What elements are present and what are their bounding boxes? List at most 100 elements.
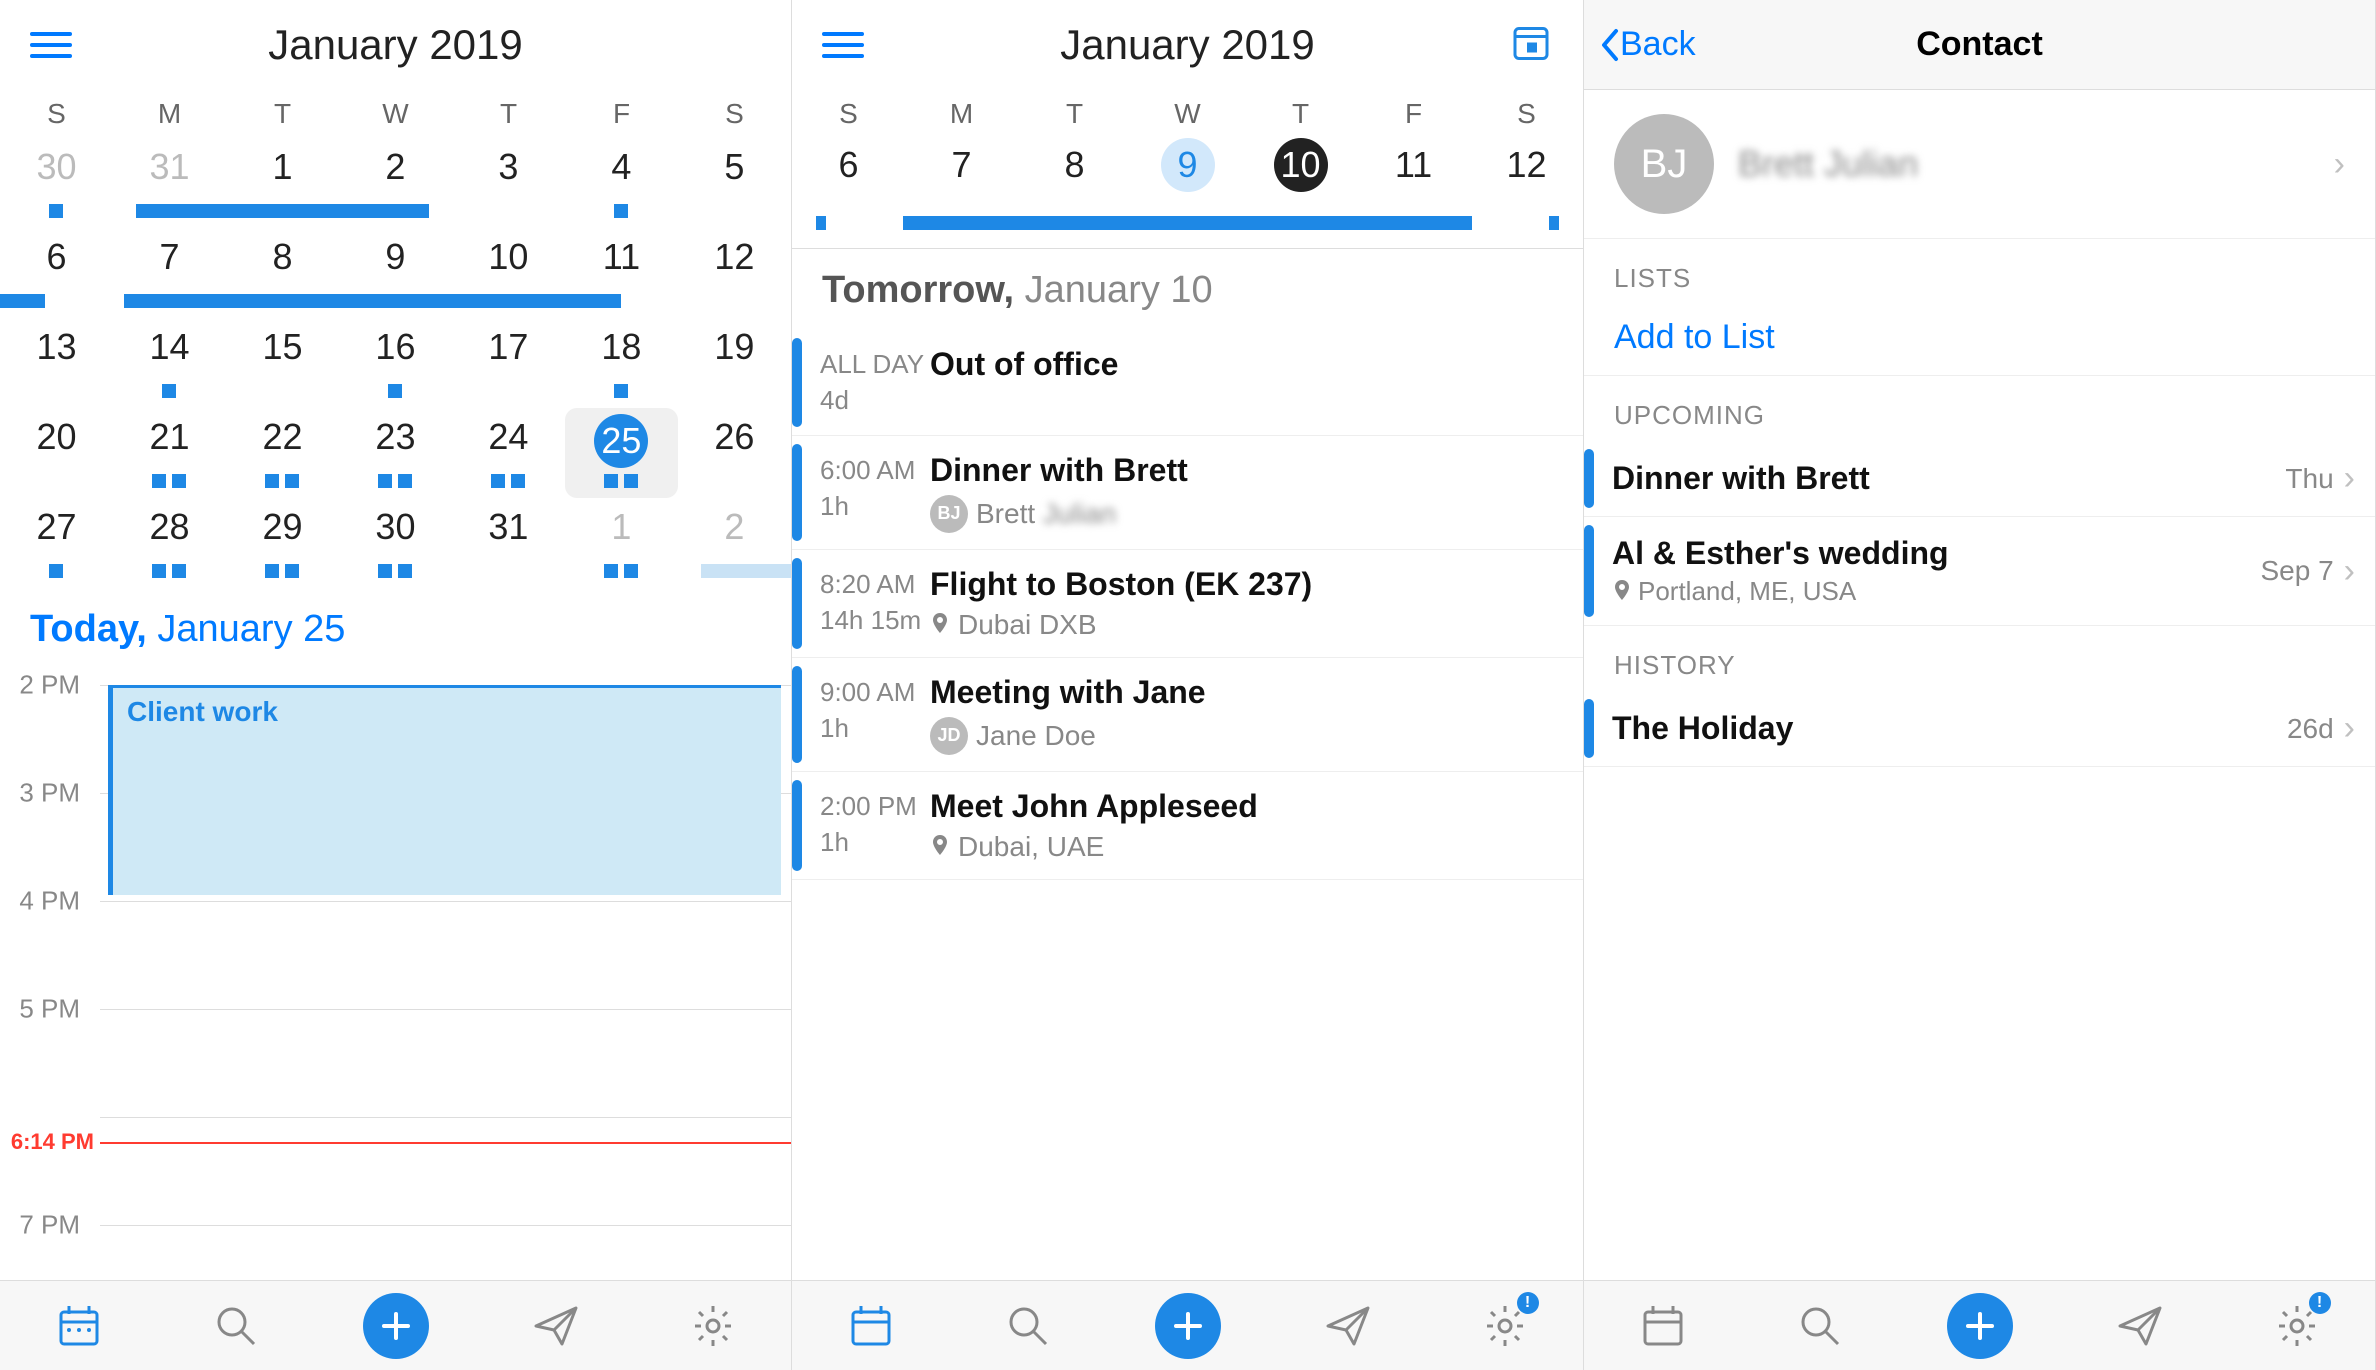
month-title[interactable]: January 2019 [268,21,523,69]
agenda-duration: 4d [820,382,930,418]
day-cell[interactable]: 31 [452,498,565,588]
week-day-cell[interactable]: 6 [792,138,905,248]
day-cell[interactable]: 16 [339,318,452,408]
day-number: 27 [36,498,76,548]
day-cell[interactable]: 15 [226,318,339,408]
day-cell[interactable]: 23 [339,408,452,498]
day-cell[interactable]: 24 [452,408,565,498]
week-day-cell[interactable]: 8 [1018,138,1131,248]
day-cell[interactable]: 19 [678,318,791,408]
agenda-item[interactable]: 6:00 AM1hDinner with BrettBJBrett Julian [792,436,1583,550]
hour-label: 4 PM [0,886,90,917]
settings-icon[interactable]: ! [2267,1296,2327,1356]
day-cell[interactable]: 10 [452,228,565,318]
add-button[interactable] [363,1293,429,1359]
lists-section-label: LISTS [1584,239,2375,304]
send-icon[interactable] [526,1296,586,1356]
upcoming-section-label: UPCOMING [1584,376,2375,441]
chevron-right-icon: › [2344,459,2355,498]
add-button[interactable] [1155,1293,1221,1359]
list-item[interactable]: Dinner with BrettThu› [1584,441,2375,517]
notification-badge: ! [2309,1292,2331,1314]
add-button[interactable] [1947,1293,2013,1359]
month-title[interactable]: January 2019 [1060,21,1315,69]
agenda-duration: 14h 15m [820,602,930,638]
agenda-header: January 2019 [792,0,1583,90]
back-label: Back [1620,25,1696,64]
add-to-list-button[interactable]: Add to List [1584,304,2375,376]
calendar-icon[interactable] [841,1296,901,1356]
day-cell[interactable]: 3 [452,138,565,228]
day-cell[interactable]: 29 [226,498,339,588]
search-icon[interactable] [1790,1296,1850,1356]
settings-icon[interactable] [683,1296,743,1356]
day-number: 31 [488,498,528,548]
list-item[interactable]: Al & Esther's weddingPortland, ME, USASe… [1584,517,2375,626]
week-day-cell[interactable]: 11 [1357,138,1470,248]
contact-title: Contact [1916,25,2043,64]
day-cell[interactable]: 30 [339,498,452,588]
person-avatar: BJ [930,495,968,533]
day-cell[interactable]: 20 [0,408,113,498]
day-cell[interactable]: 2 [678,498,791,588]
agenda-item[interactable]: 8:20 AM14h 15mFlight to Boston (EK 237)D… [792,550,1583,658]
day-cell[interactable]: 18 [565,318,678,408]
day-cell[interactable]: 1 [565,498,678,588]
day-cell[interactable]: 4 [565,138,678,228]
notification-badge: ! [1517,1292,1539,1314]
menu-icon[interactable] [30,29,72,61]
week-day-cell[interactable]: 12 [1470,138,1583,248]
contact-summary-row[interactable]: BJ Brett Julian › [1584,90,2375,239]
week-day-cell[interactable]: 7 [905,138,1018,248]
go-today-icon[interactable] [1509,21,1553,70]
day-number: 1 [611,498,631,548]
timeline-event[interactable]: Client work [108,685,781,895]
upcoming-list: Dinner with BrettThu›Al & Esther's weddi… [1584,441,2375,626]
search-icon[interactable] [998,1296,1058,1356]
location-text: Dubai DXB [958,609,1097,641]
day-number: 8 [272,228,292,278]
day-cell[interactable]: 5 [678,138,791,228]
month-header: January 2019 [0,0,791,90]
day-cell[interactable]: 8 [226,228,339,318]
day-cell[interactable]: 1 [226,138,339,228]
settings-icon[interactable]: ! [1475,1296,1535,1356]
day-cell[interactable]: 14 [113,318,226,408]
search-icon[interactable] [206,1296,266,1356]
back-button[interactable]: Back [1598,25,1696,64]
person-name: Brett Julian [976,498,1116,530]
day-cell[interactable]: 27 [0,498,113,588]
day-cell[interactable]: 7 [113,228,226,318]
day-cell[interactable]: 22 [226,408,339,498]
day-cell[interactable]: 13 [0,318,113,408]
agenda-item[interactable]: 2:00 PM1hMeet John AppleseedDubai, UAE [792,772,1583,880]
menu-icon[interactable] [822,29,864,61]
day-cell[interactable]: 17 [452,318,565,408]
day-cell[interactable]: 12 [678,228,791,318]
week-day-cell[interactable]: 9 [1131,138,1244,248]
day-cell[interactable]: 25 [565,408,678,498]
agenda-title: Meet John Appleseed [930,788,1583,825]
day-timeline[interactable]: 2 PM3 PM4 PM5 PM7 PM6:14 PMClient work [0,665,791,1280]
week-day-number: 12 [1500,138,1554,192]
calendar-icon[interactable] [1633,1296,1693,1356]
day-number: 29 [262,498,302,548]
day-cell[interactable]: 26 [678,408,791,498]
item-title: Dinner with Brett [1612,460,2285,497]
day-cell[interactable]: 31 [113,138,226,228]
day-cell[interactable]: 21 [113,408,226,498]
send-icon[interactable] [1318,1296,1378,1356]
calendar-icon[interactable] [49,1296,109,1356]
day-cell[interactable]: 6 [0,228,113,318]
day-cell[interactable]: 9 [339,228,452,318]
send-icon[interactable] [2110,1296,2170,1356]
weekday-label: T [1244,90,1357,138]
week-day-cell[interactable]: 10 [1244,138,1357,248]
day-cell[interactable]: 28 [113,498,226,588]
day-cell[interactable]: 2 [339,138,452,228]
day-cell[interactable]: 11 [565,228,678,318]
agenda-item[interactable]: 9:00 AM1hMeeting with JaneJDJane Doe [792,658,1583,772]
day-cell[interactable]: 30 [0,138,113,228]
list-item[interactable]: The Holiday26d› [1584,691,2375,767]
agenda-item[interactable]: ALL DAY4dOut of office [792,330,1583,436]
